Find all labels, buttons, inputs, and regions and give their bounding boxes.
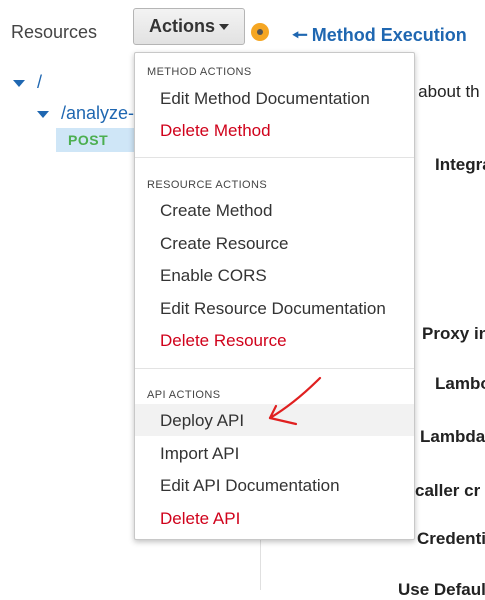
menu-item-delete-resource[interactable]: Delete Resource (160, 331, 287, 351)
menu-separator (135, 157, 414, 158)
annotation-arrow-icon (268, 376, 322, 426)
bg-lambda-label: Lambo (435, 374, 485, 393)
bg-proxy-label: Proxy in (422, 324, 485, 343)
menu-item-create-method[interactable]: Create Method (160, 201, 272, 221)
actions-label: Actions (148, 16, 215, 36)
menu-separator (135, 368, 414, 369)
menu-item-delete-api[interactable]: Delete API (160, 509, 240, 529)
expand-caret-icon[interactable] (37, 111, 49, 118)
bg-use-default-label: Use Defaul (398, 580, 485, 599)
resource-root[interactable]: / (37, 72, 42, 93)
menu-item-edit-method-documentation[interactable]: Edit Method Documentation (160, 89, 370, 109)
menu-item-deploy-api[interactable]: Deploy API (160, 411, 244, 431)
menu-item-create-resource[interactable]: Create Resource (160, 234, 289, 254)
menu-header-resource-actions: RESOURCE ACTIONS (147, 179, 268, 191)
bg-description-text: n about th (404, 82, 480, 101)
menu-header-api-actions: API ACTIONS (147, 389, 221, 401)
bg-credentials-label: Credenti (417, 529, 485, 548)
menu-item-enable-cors[interactable]: Enable CORS (160, 266, 267, 286)
menu-header-method-actions: METHOD ACTIONS (147, 66, 252, 78)
menu-item-edit-resource-documentation[interactable]: Edit Resource Documentation (160, 299, 386, 319)
bg-lambda-function-label: Lambda (420, 427, 485, 446)
method-execution-label: Method Execution (311, 25, 467, 45)
expand-caret-icon[interactable] (13, 80, 25, 87)
method-execution-link[interactable]: 🠔 Method Execution (292, 23, 467, 53)
bg-caller-label: caller cr (415, 481, 481, 500)
method-post-label: POST (68, 132, 109, 148)
menu-item-delete-method[interactable]: Delete Method (160, 121, 271, 141)
menu-item-import-api[interactable]: Import API (160, 444, 239, 464)
click-indicator-center (257, 29, 263, 35)
bg-integration-label: Integra (435, 155, 485, 174)
arrow-left-icon: 🠔 (292, 25, 308, 45)
resource-analyze[interactable]: /analyze- (61, 103, 134, 124)
resources-title: Resources (11, 22, 98, 42)
menu-item-edit-api-documentation[interactable]: Edit API Documentation (160, 476, 340, 496)
chevron-down-icon (219, 24, 229, 31)
actions-dropdown-menu: METHOD ACTIONS Edit Method Documentation… (134, 52, 415, 540)
actions-button[interactable]: Actions (133, 8, 245, 45)
